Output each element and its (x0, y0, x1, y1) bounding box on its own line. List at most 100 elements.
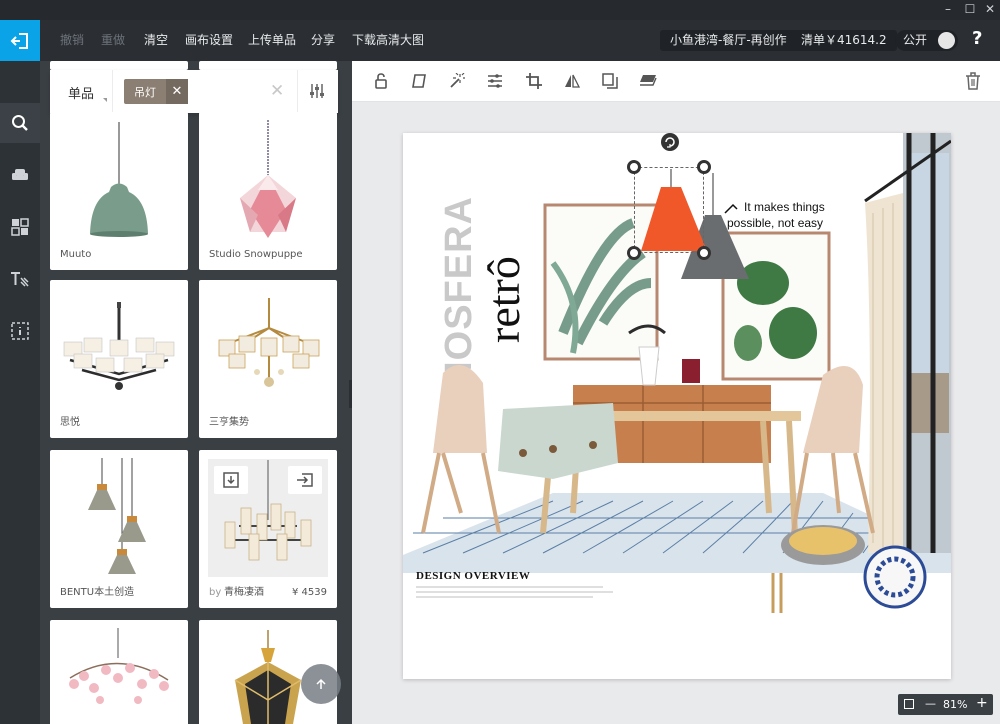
filter-bar: 单品 吊灯 ✕ ✕ (50, 70, 338, 113)
trash-icon (966, 72, 980, 90)
fit-screen-icon[interactable] (904, 699, 914, 709)
magic-wand-icon (450, 73, 465, 88)
download-icon (223, 472, 239, 488)
product-image (63, 302, 175, 390)
product-price: ¥ 4539 (292, 587, 327, 598)
resize-handle-tr[interactable] (697, 160, 711, 174)
rail-search[interactable] (0, 103, 40, 143)
rail-info[interactable] (0, 311, 40, 351)
duplicate-button[interactable] (600, 71, 620, 91)
product-brand: 青梅凄酒 (224, 587, 264, 598)
design-overview-title: DESIGN OVERVIEW (416, 570, 530, 582)
divider (297, 70, 298, 113)
product-card[interactable]: BENTU本土创造 (50, 450, 188, 608)
resize-handle-tl[interactable] (627, 160, 641, 174)
sliders-icon (488, 74, 502, 88)
product-image (240, 120, 296, 238)
dropdown-caret-icon (103, 98, 107, 102)
product-brand: Studio Snowpuppe (209, 249, 303, 260)
retro-script: retrô (478, 256, 529, 343)
zoom-control: — 81% + (898, 694, 993, 715)
selection-box (634, 167, 704, 253)
help-button[interactable]: ? (972, 28, 982, 49)
zoom-out-button[interactable]: — (925, 697, 936, 710)
rotate-icon (665, 137, 675, 148)
project-name[interactable]: 小鱼港湾-餐厅-再创作 (660, 30, 797, 51)
remove-tag-icon[interactable]: ✕ (166, 79, 188, 104)
back-button[interactable] (0, 20, 40, 61)
layer-button[interactable] (638, 71, 658, 91)
filter-settings-icon[interactable] (309, 83, 325, 99)
magic-wand-button[interactable] (447, 71, 467, 91)
title-bar: – ☐ ✕ (0, 0, 1000, 20)
minimize-button[interactable]: – (938, 2, 958, 16)
maximize-button[interactable]: ☐ (960, 2, 980, 16)
product-card[interactable]: Muuto (50, 112, 188, 270)
undo-button[interactable]: 撤销 (60, 33, 84, 47)
perspective-icon (412, 74, 426, 88)
mosfera-wordmark: MOSFERA (438, 196, 480, 393)
product-card[interactable] (50, 620, 188, 724)
rail-text[interactable] (0, 259, 40, 299)
redo-button[interactable]: 重做 (101, 33, 125, 47)
product-card[interactable]: by 青梅凄酒 ¥ 4539 (199, 450, 337, 608)
canvas-settings-button[interactable]: 画布设置 (185, 33, 233, 47)
product-image (218, 298, 320, 387)
product-card[interactable]: 思悦 (50, 280, 188, 438)
zoom-level: 81% (943, 698, 968, 711)
toggle-knob (938, 32, 955, 49)
zoom-in-button[interactable]: + (976, 695, 988, 711)
product-image (69, 628, 169, 704)
product-card-partial[interactable] (50, 61, 188, 70)
share-button[interactable]: 分享 (311, 33, 335, 47)
layers-icon (640, 75, 657, 86)
adjust-button[interactable] (485, 71, 505, 91)
rail-materials[interactable] (0, 207, 40, 247)
product-image (90, 122, 148, 237)
arrow-up-icon (316, 678, 326, 689)
product-brand: 三亨集势 (209, 417, 249, 428)
search-icon (12, 115, 28, 131)
flip-button[interactable] (562, 71, 582, 91)
download-hd-button[interactable]: 下载高清大图 (352, 33, 424, 47)
perspective-button[interactable] (409, 71, 429, 91)
crop-icon (526, 73, 542, 89)
flip-icon (565, 74, 580, 88)
clear-button[interactable]: 清空 (144, 33, 168, 47)
delete-button[interactable] (963, 71, 983, 91)
public-label: 公开 (903, 33, 928, 47)
resize-handle-br[interactable] (697, 246, 711, 260)
product-card-partial[interactable] (199, 61, 337, 70)
product-card[interactable]: 三亨集势 (199, 280, 337, 438)
crop-button[interactable] (524, 71, 544, 91)
scroll-top-button[interactable] (301, 664, 341, 704)
category-dropdown[interactable]: 单品 (68, 83, 94, 102)
swap-icon (297, 473, 313, 487)
divider (112, 70, 113, 113)
rail-furniture[interactable] (0, 155, 40, 195)
copy-icon (602, 73, 618, 89)
quote-line-2: possible, not easy (727, 216, 823, 230)
product-brand: BENTU本土创造 (60, 587, 135, 598)
close-button[interactable]: ✕ (980, 2, 1000, 16)
filter-tag[interactable]: 吊灯 ✕ (124, 79, 188, 104)
unlock-button[interactable] (371, 71, 391, 91)
public-toggle[interactable]: 公开 (895, 30, 958, 51)
clear-search-icon[interactable]: ✕ (270, 81, 284, 101)
quote-line-1: It makes things (744, 200, 825, 214)
product-brand: Muuto (60, 249, 92, 260)
exit-icon (10, 32, 28, 49)
product-card[interactable]: Studio Snowpuppe (199, 112, 337, 270)
list-total-button[interactable]: 清单￥41614.2 (791, 30, 897, 51)
text-style-icon (11, 272, 29, 287)
moodboard-canvas[interactable]: MOSFERA retrô It makes things possible, … (403, 133, 951, 679)
materials-icon (11, 218, 29, 236)
product-image (234, 630, 302, 724)
resize-handle-bl[interactable] (627, 246, 641, 260)
replace-button[interactable] (288, 466, 322, 494)
add-to-canvas-button[interactable] (214, 466, 248, 494)
by-label: by (209, 587, 222, 598)
filter-tag-label: 吊灯 (134, 86, 156, 99)
upload-item-button[interactable]: 上传单品 (248, 33, 296, 47)
rotate-handle[interactable] (661, 133, 679, 151)
